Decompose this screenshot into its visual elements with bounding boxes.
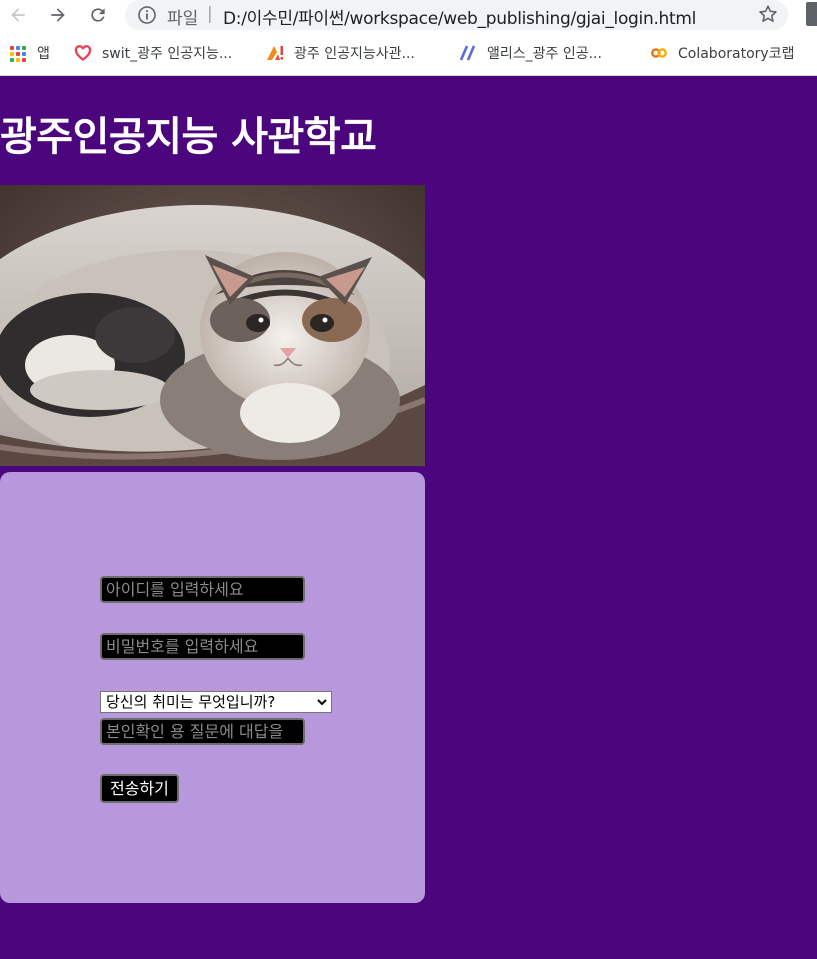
forward-arrow-icon (51, 8, 65, 22)
bookmark-label: 앱 (37, 46, 50, 62)
back-arrow-icon (11, 8, 25, 22)
swit-heart-icon (74, 45, 92, 61)
address-bar[interactable]: 파일 | D:/이수민/파이썬/workspace/web_publishing… (125, 0, 788, 30)
bookmark-colab[interactable]: Colaboratory코랩 (650, 38, 794, 68)
password-input[interactable] (100, 633, 305, 660)
apps-grid-icon (9, 44, 27, 62)
back-button[interactable] (6, 3, 30, 27)
extension-icon[interactable] (806, 2, 817, 26)
bookmark-label: Colaboratory코랩 (678, 46, 795, 62)
bookmark-label: 광주 인공지능사관... (294, 46, 415, 62)
login-panel: 당신의 취미는 무엇입니까? 전송하기 (0, 472, 425, 903)
chevron-down-icon (317, 699, 327, 706)
reload-button[interactable] (86, 3, 110, 27)
bookmarks-bar: 앱 swit_광주 인공지능... 광주 인공지능사관... 앨리스_광주 인공… (0, 38, 817, 68)
ai-school-icon (267, 46, 283, 60)
security-question-select[interactable]: 당신의 취미는 무엇입니까? (100, 691, 332, 713)
bookmark-elice[interactable]: 앨리스_광주 인공... (459, 38, 602, 68)
bookmark-ai-school[interactable]: 광주 인공지능사관... (266, 38, 415, 68)
id-input[interactable] (100, 576, 305, 603)
bookmark-apps[interactable]: 앱 (9, 38, 50, 68)
forward-button[interactable] (46, 3, 70, 27)
bookmark-label: 앨리스_광주 인공... (487, 46, 602, 62)
bookmark-label: swit_광주 인공지능... (102, 46, 233, 62)
bookmark-swit[interactable]: swit_광주 인공지능... (74, 38, 232, 68)
browser-chrome: 파일 | D:/이수민/파이썬/workspace/web_publishing… (0, 0, 817, 76)
info-icon[interactable] (137, 5, 157, 25)
submit-button[interactable]: 전송하기 (100, 774, 179, 803)
url-scheme-label: 파일 (167, 9, 199, 29)
elice-slash-icon (459, 45, 476, 61)
colab-icon (651, 48, 667, 58)
page-title: 광주인공지능 사관학교 (0, 114, 377, 160)
url-text[interactable]: D:/이수민/파이썬/workspace/web_publishing/gjai… (223, 4, 696, 29)
security-question-selected: 당신의 취미는 무엇입니까? (106, 693, 276, 711)
kitten-photo (0, 185, 425, 466)
url-separator: | (207, 4, 213, 24)
security-answer-input[interactable] (100, 718, 305, 745)
bookmark-star-icon[interactable] (757, 3, 779, 25)
reload-icon (91, 8, 105, 22)
